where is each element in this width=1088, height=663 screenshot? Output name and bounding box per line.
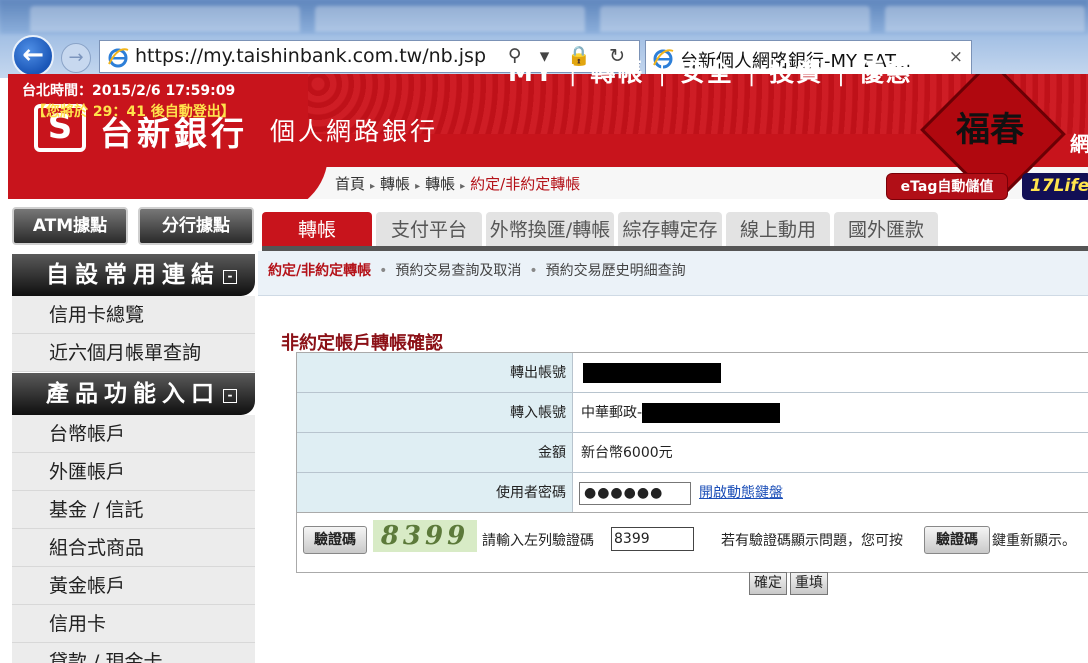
breadcrumb-arrow-icon: ▸	[370, 181, 376, 192]
background-tab[interactable]	[315, 6, 585, 32]
to-account-label: 轉入帳號	[297, 393, 573, 432]
close-icon[interactable]: ×	[949, 47, 963, 67]
sidebar-item-6month-bills[interactable]: 近六個月帳單查詢	[12, 334, 255, 372]
from-account-label: 轉出帳號	[297, 353, 573, 392]
background-tabs	[0, 0, 1088, 34]
sidebar-item-structured[interactable]: 組合式商品	[12, 529, 255, 567]
tab-overseas-remit[interactable]: 國外匯款	[834, 212, 938, 246]
password-input[interactable]: ●●●●●●	[579, 482, 691, 505]
from-account-value	[573, 353, 1088, 392]
topnav-item-transfer[interactable]: 轉帳	[590, 58, 644, 87]
subnav-designated-transfer[interactable]: 約定/非約定轉帳	[268, 263, 371, 279]
sidebar: ATM據點 分行據點 自設常用連結 - 信用卡總覽 近六個月帳單查詢 產品功能入…	[12, 199, 255, 663]
sidebar-item-twd-account[interactable]: 台幣帳戶	[12, 415, 255, 453]
forward-arrow-icon[interactable]: →	[61, 43, 91, 73]
topnav-item-invest[interactable]: 投資	[769, 58, 823, 87]
collapse-icon[interactable]: -	[223, 389, 237, 403]
subnav-scheduled-history[interactable]: 預約交易歷史明細查詢	[546, 263, 686, 279]
redacted-block	[642, 403, 781, 423]
background-tab[interactable]	[600, 6, 870, 32]
collapse-icon[interactable]: -	[223, 270, 237, 284]
back-arrow-icon[interactable]: ←	[12, 35, 54, 77]
to-bank-name: 中華郵政-	[581, 405, 643, 421]
captcha-image: 8399	[373, 520, 477, 552]
sidebar-section-products[interactable]: 產品功能入口 -	[12, 373, 255, 415]
section-title: 自設常用連結	[46, 262, 220, 288]
captcha-hint-suffix: 鍵重新顯示。	[992, 533, 1076, 549]
breadcrumb-transfer[interactable]: 轉帳	[380, 175, 410, 193]
tab-payment[interactable]: 支付平台	[376, 212, 482, 246]
tab-fx-transfer[interactable]: 外幣換匯/轉帳	[486, 212, 614, 246]
confirm-button[interactable]: 確定	[749, 572, 787, 595]
amount-value: 新台幣6000元	[581, 445, 673, 461]
atm-locations-button[interactable]: ATM據點	[12, 207, 128, 245]
breadcrumb-transfer-2[interactable]: 轉帳	[425, 175, 455, 193]
etag-button[interactable]: eTag自動儲值	[886, 173, 1008, 200]
topnav-item-security[interactable]: 安全	[680, 58, 734, 87]
refresh-captcha-button[interactable]: 驗證碼	[924, 526, 990, 554]
table-row: 金額 新台幣6000元	[297, 433, 1088, 473]
to-account-value: 中華郵政-	[573, 393, 1088, 432]
sidebar-item-fund-trust[interactable]: 基金 / 信託	[12, 491, 255, 529]
tab-online-draw[interactable]: 線上動用	[726, 212, 830, 246]
dynamic-keyboard-link[interactable]: 開啟動態鍵盤	[699, 473, 783, 513]
auto-logout-timer: 【您將於 29：41 後自動登出】	[32, 104, 235, 120]
captcha-row: 驗證碼 8399 請輸入左列驗證碼 8399 若有驗證碼顯示問題，您可按 驗證碼…	[296, 512, 1088, 573]
topnav-separator: |	[747, 62, 756, 87]
table-row: 使用者密碼 ●●●●●● 開啟動態鍵盤	[297, 473, 1088, 513]
sidebar-item-fx-account[interactable]: 外匯帳戶	[12, 453, 255, 491]
breadcrumb-current: 約定/非約定轉帳	[470, 175, 581, 193]
subnav-dot: •	[379, 263, 388, 279]
background-tab[interactable]	[885, 6, 1085, 32]
header-curve	[8, 154, 328, 199]
captcha-prompt: 請輸入左列驗證碼	[482, 533, 594, 549]
fuchun-text: 福春	[956, 110, 1024, 150]
topnav-item-my[interactable]: MY	[508, 58, 555, 87]
captcha-input[interactable]: 8399	[611, 527, 694, 551]
topnav-item-net[interactable]: 網	[1070, 128, 1088, 157]
sidebar-section-quicklinks[interactable]: 自設常用連結 -	[12, 254, 255, 296]
sidebar-item-card-overview[interactable]: 信用卡總覽	[12, 296, 255, 334]
topnav-separator: |	[837, 62, 845, 87]
sidebar-item-credit-card[interactable]: 信用卡	[12, 605, 255, 643]
table-row: 轉出帳號	[297, 353, 1088, 393]
redacted-block	[583, 363, 721, 383]
17life-banner[interactable]: 17Life	[1022, 173, 1088, 200]
password-label: 使用者密碼	[297, 473, 573, 513]
sub-nav: 約定/非約定轉帳 • 預約交易查詢及取消 • 預約交易歷史明細查詢	[258, 251, 1088, 296]
subnav-dot: •	[529, 263, 538, 279]
server-clock: 台北時間：2015/2/6 17:59:09	[22, 83, 236, 99]
branch-locations-button[interactable]: 分行據點	[138, 207, 254, 245]
sidebar-item-gold[interactable]: 黃金帳戶	[12, 567, 255, 605]
amount-label: 金額	[297, 433, 573, 472]
section-title: 產品功能入口	[46, 381, 220, 407]
url-text[interactable]: https://my.taishinbank.com.tw/nb.jsp	[135, 45, 486, 67]
breadcrumb-arrow-icon: ▸	[460, 181, 466, 192]
background-tab[interactable]	[30, 6, 300, 32]
captcha-hint: 若有驗證碼顯示問題，您可按	[721, 533, 903, 549]
breadcrumb-arrow-icon: ▸	[415, 181, 421, 192]
confirm-table: 轉出帳號 轉入帳號 中華郵政- 金額 新台幣6000元 使用者密碼 ●●●●●●…	[296, 352, 1088, 514]
top-nav: MY | 轉帳 | 安全 | 投資 | 優惠	[508, 53, 913, 89]
bank-subtitle: 個人網路銀行	[270, 117, 439, 146]
captcha-button[interactable]: 驗證碼	[303, 526, 367, 554]
main-tabs: 轉帳 支付平台 外幣換匯/轉帳 綜存轉定存 線上動用 國外匯款	[262, 212, 1088, 246]
sidebar-item-loan[interactable]: 貸款 / 現金卡	[12, 643, 255, 663]
ie-logo-icon	[108, 48, 129, 68]
tab-transfer[interactable]: 轉帳	[262, 212, 372, 246]
password-cell: ●●●●●● 開啟動態鍵盤	[573, 473, 1088, 513]
topnav-separator: |	[568, 62, 577, 87]
tab-to-fixed[interactable]: 綜存轉定存	[618, 212, 722, 246]
breadcrumb-home[interactable]: 首頁	[335, 175, 365, 193]
table-row: 轉入帳號 中華郵政-	[297, 393, 1088, 433]
topnav-separator: |	[658, 62, 666, 87]
topnav-item-offers[interactable]: 優惠	[859, 58, 913, 87]
reset-button[interactable]: 重填	[790, 572, 828, 595]
breadcrumb: 首頁 ▸ 轉帳 ▸ 轉帳 ▸ 約定/非約定轉帳	[335, 173, 580, 194]
subnav-scheduled-query[interactable]: 預約交易查詢及取消	[395, 263, 521, 279]
